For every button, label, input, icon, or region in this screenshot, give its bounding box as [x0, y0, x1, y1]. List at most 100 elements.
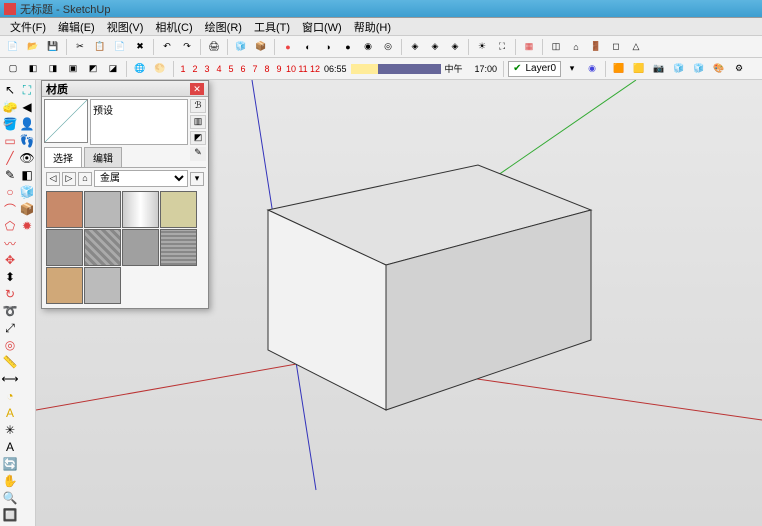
sun-icon[interactable]: ☀	[473, 38, 491, 56]
create-icon[interactable]: ▥	[190, 115, 206, 129]
material-swatch-2[interactable]	[122, 191, 159, 228]
close-icon[interactable]: ✕	[190, 83, 204, 95]
shadow3-icon[interactable]: ◑	[319, 38, 337, 56]
render4-icon[interactable]: 🧊	[670, 60, 688, 78]
viewport[interactable]: 材质 ✕ 预设 ℬ ▥ ◩ 选择 编辑 ✎	[36, 80, 762, 526]
display-icon[interactable]: ℬ	[190, 99, 206, 113]
print-icon[interactable]: 🖨	[205, 38, 223, 56]
rect-tool-icon[interactable]: ▭	[2, 133, 18, 149]
box-icon[interactable]: ◫	[547, 38, 565, 56]
material-swatch-6[interactable]	[122, 229, 159, 266]
rotate-tool-icon[interactable]: ↻	[2, 286, 18, 302]
layer-dropdown[interactable]: ✔ Layer0	[508, 61, 561, 77]
look-tool-icon[interactable]: 👁	[19, 150, 35, 166]
walk-tool-icon[interactable]: 👣	[19, 133, 35, 149]
open-icon[interactable]: 📂	[24, 38, 42, 56]
select-tool-icon[interactable]: ↖	[2, 82, 18, 98]
menu-window[interactable]: 窗口(W)	[296, 19, 348, 35]
material-swatch-4[interactable]	[46, 229, 83, 266]
new-icon[interactable]: 📄	[4, 38, 22, 56]
shadow4-icon[interactable]: ●	[339, 38, 357, 56]
scene-12[interactable]: 12	[310, 64, 320, 74]
scene-6[interactable]: 6	[238, 64, 248, 74]
render6-icon[interactable]: 🎨	[710, 60, 728, 78]
offset-tool-icon[interactable]: ◎	[2, 337, 18, 353]
polygon-tool-icon[interactable]: ⬠	[2, 218, 18, 234]
menu-help[interactable]: 帮助(H)	[348, 19, 397, 35]
arc-tool-icon[interactable]: ⌒	[2, 201, 18, 217]
orbit-tool-icon[interactable]: 🔄	[2, 456, 18, 472]
render7-icon[interactable]: ⚙	[730, 60, 748, 78]
position-tool-icon[interactable]: 👤	[19, 116, 35, 132]
shadow2-icon[interactable]: ◐	[299, 38, 317, 56]
delete-icon[interactable]: ✖	[131, 38, 149, 56]
wireframe-icon[interactable]: ▢	[4, 60, 22, 78]
zoomwindow-tool-icon[interactable]: 🔲	[2, 507, 18, 523]
shadow5-icon[interactable]: ◉	[359, 38, 377, 56]
move-tool-icon[interactable]: ✥	[2, 252, 18, 268]
window-icon[interactable]: ◻	[607, 38, 625, 56]
layer-arrow-icon[interactable]: ▾	[563, 60, 581, 78]
dimension-tool-icon[interactable]: ⟷	[2, 371, 18, 387]
menu-camera[interactable]: 相机(C)	[149, 19, 198, 35]
pushpull-tool-icon[interactable]: ⬍	[2, 269, 18, 285]
line-tool-icon[interactable]: ╱	[2, 150, 18, 166]
menu-file[interactable]: 文件(F)	[4, 19, 52, 35]
style1-icon[interactable]: 🌐	[131, 60, 149, 78]
nav-home-icon[interactable]: ⌂	[78, 172, 92, 186]
tab-edit[interactable]: 编辑	[84, 147, 122, 167]
scene-7[interactable]: 7	[250, 64, 260, 74]
material-swatch-1[interactable]	[84, 191, 121, 228]
material-swatch-0[interactable]	[46, 191, 83, 228]
xray-icon[interactable]: ◩	[84, 60, 102, 78]
pencil-tool-icon[interactable]: ✎	[2, 167, 18, 183]
roof-icon[interactable]: △	[627, 38, 645, 56]
prev-tool-icon[interactable]: ◀	[19, 99, 35, 115]
style2-icon[interactable]: 🌕	[151, 60, 169, 78]
render3-icon[interactable]: 📷	[650, 60, 668, 78]
home-icon[interactable]: ⌂	[567, 38, 585, 56]
maximize-icon[interactable]: ⛶	[493, 38, 511, 56]
zoom-tool-icon[interactable]: 🔍	[2, 490, 18, 506]
plugin1-icon[interactable]: 🧊	[19, 184, 35, 200]
default-icon[interactable]: ◩	[190, 131, 206, 145]
follow-tool-icon[interactable]: ➰	[2, 303, 18, 319]
circle-tool-icon[interactable]: ○	[2, 184, 18, 200]
material-category-select[interactable]: 金属	[94, 170, 188, 187]
shadow6-icon[interactable]: ◎	[379, 38, 397, 56]
text-tool-icon[interactable]: A	[2, 405, 18, 421]
scene-10[interactable]: 10	[286, 64, 296, 74]
layer-manage-icon[interactable]: ◉	[583, 60, 601, 78]
save-icon[interactable]: 💾	[44, 38, 62, 56]
scale-tool-icon[interactable]: ⤢	[2, 320, 18, 336]
tab-select[interactable]: 选择	[44, 147, 82, 167]
explode-icon[interactable]: ✹	[19, 218, 35, 234]
pan-tool-icon[interactable]: ✋	[2, 473, 18, 489]
palette-icon[interactable]: ▦	[520, 38, 538, 56]
material-swatch-7[interactable]	[160, 229, 197, 266]
render2-icon[interactable]: 🟨	[630, 60, 648, 78]
undo-icon[interactable]: ↶	[158, 38, 176, 56]
shaded-icon[interactable]: ◨	[44, 60, 62, 78]
eyedropper-icon[interactable]: ✎	[190, 147, 206, 161]
scene-5[interactable]: 5	[226, 64, 236, 74]
protractor-tool-icon[interactable]: ◔	[2, 388, 18, 404]
scene-1[interactable]: 1	[178, 64, 188, 74]
erase-tool-icon[interactable]: 🧽	[2, 99, 18, 115]
scene-2[interactable]: 2	[190, 64, 200, 74]
menu-edit[interactable]: 编辑(E)	[52, 19, 101, 35]
scene-9[interactable]: 9	[274, 64, 284, 74]
menu-draw[interactable]: 绘图(R)	[199, 19, 248, 35]
plugin2-icon[interactable]: 📦	[19, 201, 35, 217]
nav-back-icon[interactable]: ◁	[46, 172, 60, 186]
scene-3[interactable]: 3	[202, 64, 212, 74]
textured-icon[interactable]: ▣	[64, 60, 82, 78]
hidden-icon[interactable]: ◧	[24, 60, 42, 78]
material-swatch-5[interactable]	[84, 229, 121, 266]
view2-icon[interactable]: ◈	[426, 38, 444, 56]
axes-tool-icon[interactable]: ✳	[2, 422, 18, 438]
menu-view[interactable]: 视图(V)	[101, 19, 150, 35]
tape-tool-icon[interactable]: 📏	[2, 354, 18, 370]
render5-icon[interactable]: 🧊	[690, 60, 708, 78]
component-icon[interactable]: 🧊	[232, 38, 250, 56]
